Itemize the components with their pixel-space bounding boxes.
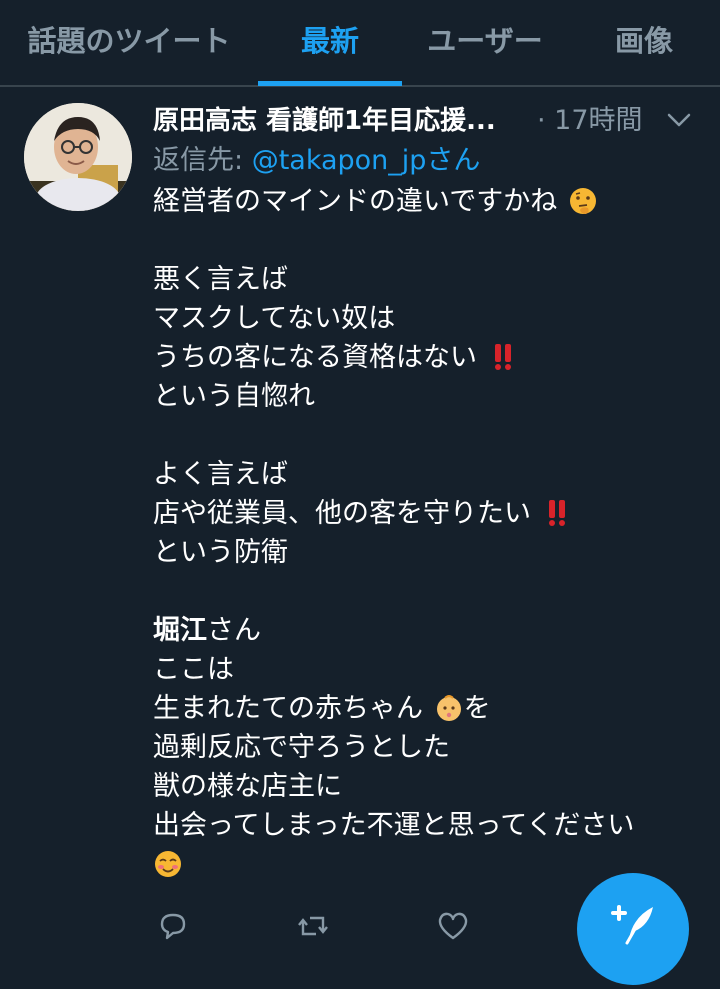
double-exclamation-emoji (542, 498, 572, 528)
author-name[interactable]: 原田高志 看護師1年目応援... (153, 106, 496, 136)
text-line: よく言えば (153, 459, 288, 490)
text-span: を (463, 693, 491, 724)
reply-context: 返信先: @takapon_jpさん (153, 143, 480, 179)
text-line: 経営者のマインドの違いですかね (153, 182, 713, 221)
mention-name: 堀江 (153, 615, 207, 646)
text-span: 経営者のマインドの違いですかね (153, 186, 558, 217)
chevron-down-icon[interactable] (666, 109, 692, 131)
like-icon[interactable] (436, 909, 470, 943)
compose-tweet-button[interactable] (577, 873, 689, 985)
reply-icon[interactable] (156, 909, 190, 943)
reply-to-link[interactable]: @takapon_jpさん (252, 145, 481, 176)
retweet-icon[interactable] (296, 909, 330, 943)
tweet[interactable]: 原田高志 看護師1年目応援... · 17時間 返信先: @takapon_jp… (0, 87, 720, 985)
text-line: うちの客になる資格はない (153, 338, 713, 377)
tab-users[interactable]: ユーザー (402, 0, 568, 85)
tweet-time[interactable]: · 17時間 (537, 103, 643, 139)
tweet-text: 経営者のマインドの違いですかね 悪く言えば マスクしてない奴は うちの客になる資… (153, 182, 713, 884)
text-span: 生まれたての赤ちゃん (153, 693, 423, 724)
text-line: 店や従業員、他の客を守りたい (153, 494, 713, 533)
active-tab-indicator (258, 81, 402, 86)
reply-prefix: 返信先: (153, 145, 252, 176)
text-line: という防衛 (153, 537, 288, 568)
smiling-face-emoji (153, 849, 183, 879)
timestamp: 17時間 (554, 105, 643, 136)
tab-latest[interactable]: 最新 (258, 0, 402, 85)
search-tabs: 話題のツイート 最新 ユーザー 画像 (0, 0, 720, 87)
text-span: 店や従業員、他の客を守りたい (153, 498, 531, 529)
compose-tweet-icon (611, 905, 653, 945)
thinking-face-emoji (568, 186, 598, 216)
avatar[interactable] (24, 103, 132, 211)
text-span: さん (207, 615, 261, 646)
text-line: 生まれたての赤ちゃん を (153, 689, 713, 728)
double-exclamation-emoji (488, 342, 518, 372)
text-line: 過剰反応で守ろうとした (153, 732, 450, 763)
text-line: 堀江さん (153, 611, 713, 650)
text-line: ここは (153, 654, 234, 685)
baby-emoji (434, 693, 464, 723)
text-line: 獣の様な店主に (153, 771, 342, 802)
text-line: マスクしてない奴は (153, 303, 396, 334)
text-span: うちの客になる資格はない (153, 342, 477, 373)
separator: · (537, 105, 555, 136)
text-line: という自惚れ (153, 381, 315, 412)
text-line: 悪く言えば (153, 264, 288, 295)
tab-top-tweets[interactable]: 話題のツイート (0, 0, 258, 85)
text-line: 出会ってしまった不運と思ってください (153, 810, 635, 841)
tab-images[interactable]: 画像 (568, 0, 720, 85)
tweet-header: 原田高志 看護師1年目応援... (153, 103, 496, 139)
